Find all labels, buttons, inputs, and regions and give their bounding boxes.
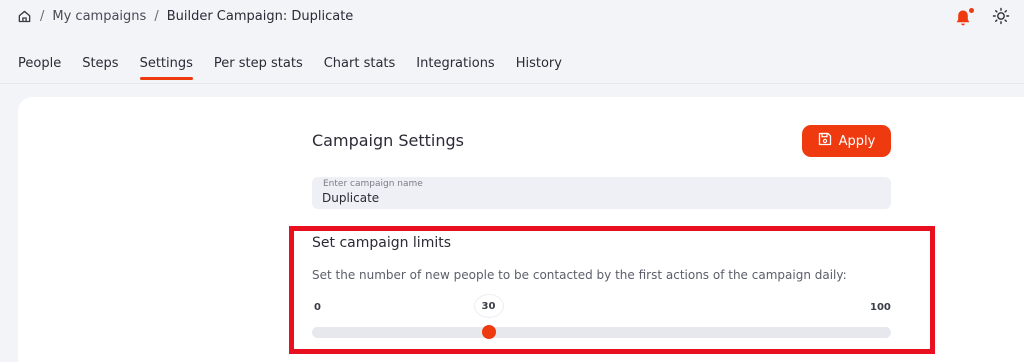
limits-title: Set campaign limits (312, 235, 452, 251)
slider-max-label: 100 (870, 302, 891, 313)
apply-button-label: Apply (838, 133, 876, 149)
campaign-tabs: People Steps Settings Per step stats Cha… (18, 56, 583, 81)
daily-limit-slider-thumb[interactable] (481, 325, 496, 339)
home-icon[interactable] (17, 9, 32, 24)
breadcrumb-separator: / (154, 9, 159, 24)
tab-people[interactable]: People (18, 56, 61, 81)
save-icon (818, 132, 832, 150)
bell-icon[interactable] (954, 8, 974, 28)
breadcrumb-my-campaigns[interactable]: My campaigns (52, 9, 146, 24)
breadcrumb-separator: / (40, 9, 45, 24)
breadcrumb-current-campaign: Builder Campaign: Duplicate (166, 9, 354, 24)
sun-icon[interactable] (992, 7, 1010, 29)
campaign-name-label: Enter campaign name (323, 179, 423, 189)
slider-min-label: 0 (314, 302, 321, 313)
tab-steps[interactable]: Steps (82, 56, 118, 81)
daily-limit-slider-track[interactable] (312, 327, 891, 338)
tab-chart-stats[interactable]: Chart stats (324, 56, 396, 81)
notification-dot (969, 8, 974, 13)
slider-value-label: 30 (474, 295, 503, 317)
campaign-name-field: Enter campaign name (312, 177, 891, 209)
tab-per-step-stats[interactable]: Per step stats (214, 56, 303, 81)
page-title: Campaign Settings (312, 131, 464, 150)
campaign-name-input[interactable] (322, 189, 882, 207)
tabs-divider (0, 83, 1024, 84)
tab-integrations[interactable]: Integrations (416, 56, 494, 81)
header-icons (954, 7, 1010, 29)
apply-button[interactable]: Apply (802, 125, 891, 157)
breadcrumb: / My campaigns / Builder Campaign: Dupli… (17, 9, 353, 24)
top-bar: / My campaigns / Builder Campaign: Dupli… (0, 0, 1024, 36)
tab-history[interactable]: History (516, 56, 562, 81)
tab-settings[interactable]: Settings (139, 56, 194, 81)
limits-description: Set the number of new people to be conta… (312, 268, 847, 282)
